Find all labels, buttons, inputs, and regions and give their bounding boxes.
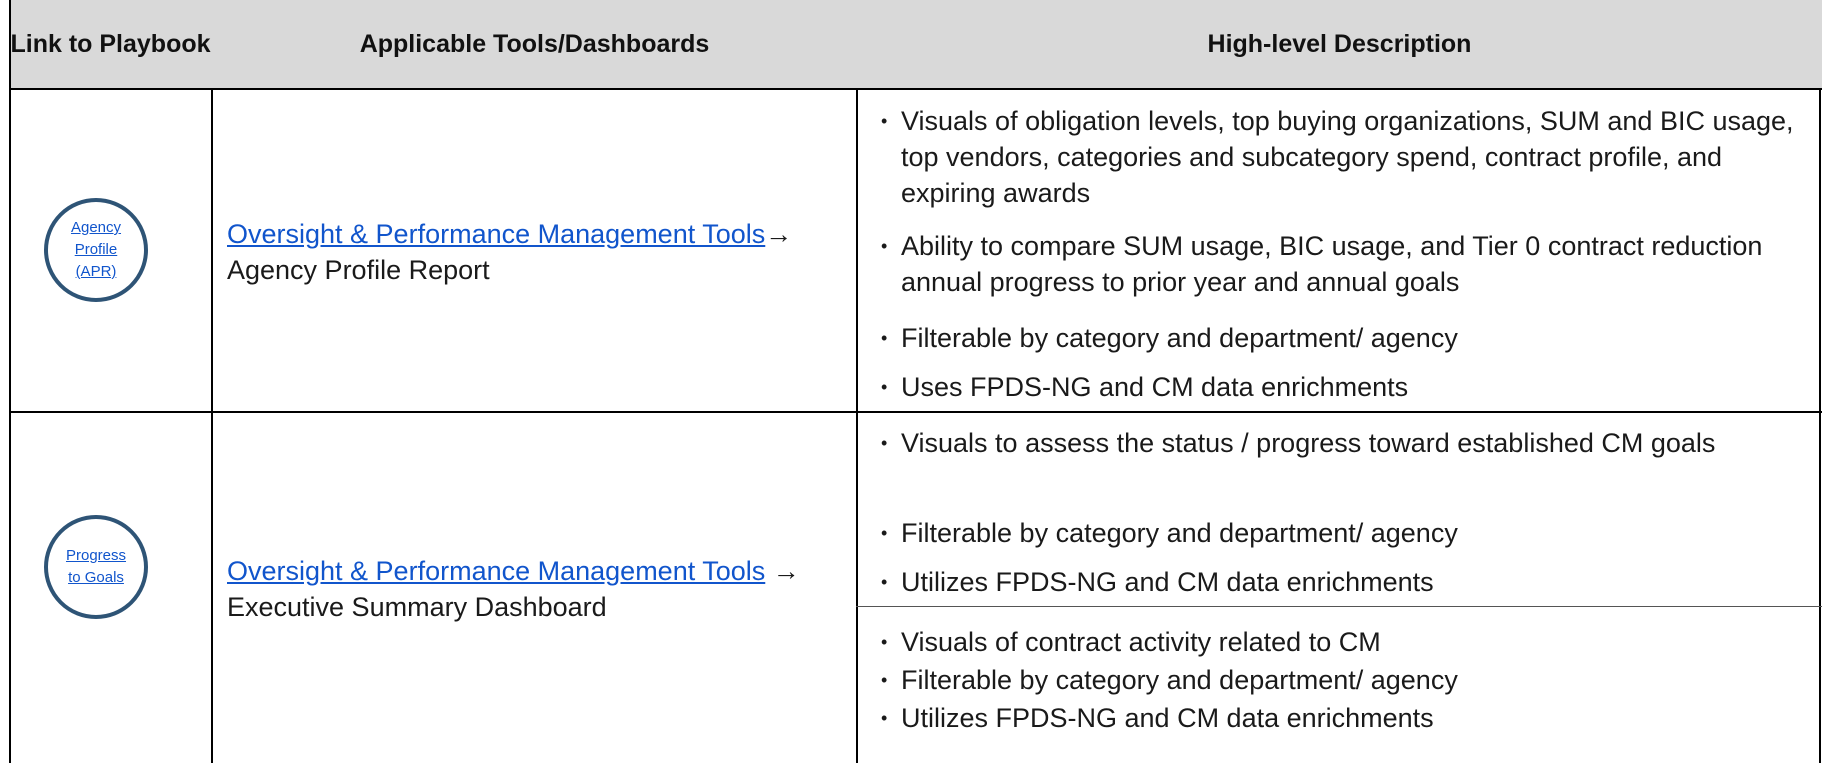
description-bullet: • Visuals to assess the status / progress… [881, 425, 1811, 461]
bullet-icon: • [881, 328, 888, 348]
description-bullet: • Visuals of obligation levels, top buyin… [881, 103, 1811, 211]
bullet-icon: • [881, 523, 888, 543]
description-bullet: • Filterable by category and department/ … [881, 515, 1811, 551]
description-bullet: • Visuals of contract activity related to… [881, 624, 1811, 660]
column-divider-1 [211, 89, 213, 763]
oversight-tools-link[interactable]: Oversight & Performance Management Tools [227, 219, 765, 249]
description-bullet: • Utilizes FPDS-NG and CM data enrichment… [881, 700, 1811, 736]
description-bullet: • Ability to compare SUM usage, BIC usage… [881, 228, 1811, 300]
bullet-icon: • [881, 670, 888, 690]
bullet-icon: • [881, 433, 888, 453]
bullet-icon: • [881, 111, 888, 131]
playbook-link-text[interactable]: Agency Profile (APR) [71, 217, 121, 283]
description-bullet: • Filterable by category and department/ … [881, 320, 1811, 356]
bullet-icon: • [881, 708, 888, 728]
tool-cell-agency-profile: Oversight & Performance Management Tools… [227, 216, 827, 288]
description-bullet: • Uses FPDS-NG and CM data enrichments [881, 369, 1811, 405]
row-divider [9, 411, 1822, 413]
tool-cell-progress-to-goals: Oversight & Performance Management Tools… [227, 553, 827, 625]
description-bullet: • Utilizes FPDS-NG and CM data enrichment… [881, 564, 1811, 600]
playbook-link-progress-to-goals[interactable]: Progress to Goals [44, 515, 148, 619]
header-high-level-description: High-level Description [1207, 30, 1472, 58]
bullet-icon: • [881, 377, 888, 397]
header-link-to-playbook: Link to Playbook [10, 30, 211, 58]
bullet-icon: • [881, 632, 888, 652]
header-applicable-tools: Applicable Tools/Dashboards [359, 30, 710, 58]
description-bullet: • Filterable by category and department/ … [881, 662, 1811, 698]
column-divider-2 [856, 89, 858, 763]
playbook-link-agency-profile[interactable]: Agency Profile (APR) [44, 198, 148, 302]
subrow-divider [856, 606, 1822, 607]
bullet-icon: • [881, 236, 888, 256]
table-border-left [9, 0, 11, 763]
bullet-icon: • [881, 572, 888, 592]
header-divider [9, 88, 1822, 90]
table-border-right [1819, 89, 1821, 763]
playbook-link-text[interactable]: Progress to Goals [66, 545, 126, 589]
oversight-tools-link[interactable]: Oversight & Performance Management Tools [227, 556, 765, 586]
